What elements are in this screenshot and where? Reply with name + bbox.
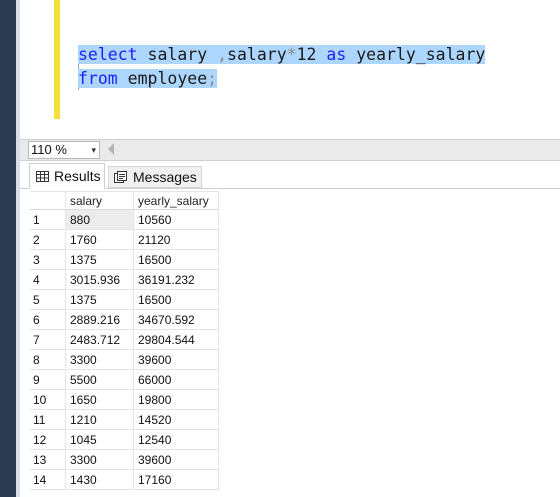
zoom-select[interactable]: 110 % ▾ [28, 141, 100, 159]
cell-yearly-salary[interactable]: 14520 [133, 409, 219, 430]
cell-salary[interactable]: 3300 [65, 349, 134, 370]
code-token: salary [137, 45, 218, 64]
row-number[interactable]: 7 [30, 329, 66, 350]
cell-yearly-salary[interactable]: 17160 [133, 469, 219, 490]
cell-salary[interactable]: 3015.936 [65, 269, 134, 290]
table-row[interactable]: 7 2483.712 29804.544 [30, 329, 219, 350]
table-row[interactable]: 9 5500 66000 [30, 369, 219, 390]
row-number[interactable]: 12 [30, 429, 66, 450]
cell-salary[interactable]: 5500 [65, 369, 134, 390]
code-line-1[interactable]: select salary ,salary*12 as yearly_salar… [78, 44, 486, 66]
code-token: 12 [296, 45, 327, 64]
tab-results-label: Results [54, 168, 101, 184]
row-number[interactable]: 4 [30, 269, 66, 290]
keyword-select: select [78, 45, 138, 64]
results-grid: salary yearly_salary 1 880 10560 2 1760 21120… [30, 191, 219, 490]
table-row[interactable]: 1 880 10560 [30, 209, 219, 230]
row-number[interactable]: 2 [30, 229, 66, 250]
cell-yearly-salary[interactable]: 36191.232 [133, 269, 219, 290]
table-row[interactable]: 3 1375 16500 [30, 249, 219, 270]
cell-yearly-salary[interactable]: 10560 [133, 209, 219, 230]
row-number-header[interactable] [30, 191, 66, 210]
tab-results[interactable]: Results [29, 163, 105, 189]
cell-salary[interactable]: 1760 [65, 229, 134, 250]
column-header-salary[interactable]: salary [65, 191, 134, 210]
cell-yearly-salary[interactable]: 39600 [133, 349, 219, 370]
code-token: * [286, 45, 297, 64]
table-row[interactable]: 11 1210 14520 [30, 409, 219, 430]
row-number[interactable]: 6 [30, 309, 66, 330]
table-row[interactable]: 6 2889.216 34670.592 [30, 309, 219, 330]
code-line-2[interactable]: from employee; [78, 68, 218, 90]
table-row[interactable]: 5 1375 16500 [30, 289, 219, 310]
table-row[interactable]: 13 3300 39600 [30, 449, 219, 470]
cell-salary[interactable]: 1210 [65, 409, 134, 430]
cell-salary[interactable]: 1375 [65, 249, 134, 270]
grid-icon [36, 165, 49, 189]
cell-salary[interactable]: 2889.216 [65, 309, 134, 330]
change-marker-bar [54, 0, 60, 119]
cell-salary[interactable]: 2483.712 [65, 329, 134, 350]
code-token: , [217, 45, 228, 64]
cell-yearly-salary[interactable]: 16500 [133, 289, 219, 310]
cell-yearly-salary[interactable]: 39600 [133, 449, 219, 470]
tab-messages-label: Messages [133, 169, 197, 185]
cell-yearly-salary[interactable]: 34670.592 [133, 309, 219, 330]
results-tabs: Results Messages [20, 161, 560, 189]
window-frame-left [0, 0, 16, 497]
cell-salary[interactable]: 1430 [65, 469, 134, 490]
cell-yearly-salary[interactable]: 19800 [133, 389, 219, 410]
cell-yearly-salary[interactable]: 29804.544 [133, 329, 219, 350]
row-number[interactable]: 8 [30, 349, 66, 370]
results-grid-area: salary yearly_salary 1 880 10560 2 1760 21120… [20, 189, 560, 497]
row-number[interactable]: 5 [30, 289, 66, 310]
cell-salary[interactable]: 1650 [65, 389, 134, 410]
table-row[interactable]: 10 1650 19800 [30, 389, 219, 410]
table-row[interactable]: 8 3300 39600 [30, 349, 219, 370]
table-row[interactable]: 4 3015.936 36191.232 [30, 269, 219, 290]
cell-yearly-salary[interactable]: 16500 [133, 249, 219, 270]
scroll-left-arrow-icon[interactable] [108, 143, 114, 155]
row-number[interactable]: 1 [30, 209, 66, 230]
messages-icon [114, 168, 128, 188]
zoom-bar: 110 % ▾ [20, 139, 560, 161]
table-row[interactable]: 14 1430 17160 [30, 469, 219, 490]
code-token: yearly_salary [346, 45, 486, 64]
chevron-down-icon: ▾ [91, 145, 96, 155]
code-token: salary [227, 45, 287, 64]
cell-yearly-salary[interactable]: 66000 [133, 369, 219, 390]
row-number[interactable]: 9 [30, 369, 66, 390]
cell-yearly-salary[interactable]: 12540 [133, 429, 219, 450]
keyword-from: from [78, 69, 118, 88]
tab-messages[interactable]: Messages [108, 166, 202, 188]
row-number[interactable]: 14 [30, 469, 66, 490]
table-row[interactable]: 2 1760 21120 [30, 229, 219, 250]
cell-salary[interactable]: 1045 [65, 429, 134, 450]
row-number[interactable]: 13 [30, 449, 66, 470]
zoom-value: 110 % [31, 142, 67, 157]
grid-header-row: salary yearly_salary [30, 191, 219, 210]
row-number[interactable]: 11 [30, 409, 66, 430]
row-number[interactable]: 10 [30, 389, 66, 410]
code-token: employee [117, 69, 208, 88]
cell-salary[interactable]: 880 [65, 209, 134, 230]
column-header-yearly-salary[interactable]: yearly_salary [133, 191, 219, 210]
code-token: ; [207, 69, 218, 88]
row-number[interactable]: 3 [30, 249, 66, 270]
query-editor[interactable]: select salary ,salary*12 as yearly_salar… [20, 0, 560, 139]
keyword-as: as [326, 45, 347, 64]
table-row[interactable]: 12 1045 12540 [30, 429, 219, 450]
cell-salary[interactable]: 1375 [65, 289, 134, 310]
cell-salary[interactable]: 3300 [65, 449, 134, 470]
cell-yearly-salary[interactable]: 21120 [133, 229, 219, 250]
